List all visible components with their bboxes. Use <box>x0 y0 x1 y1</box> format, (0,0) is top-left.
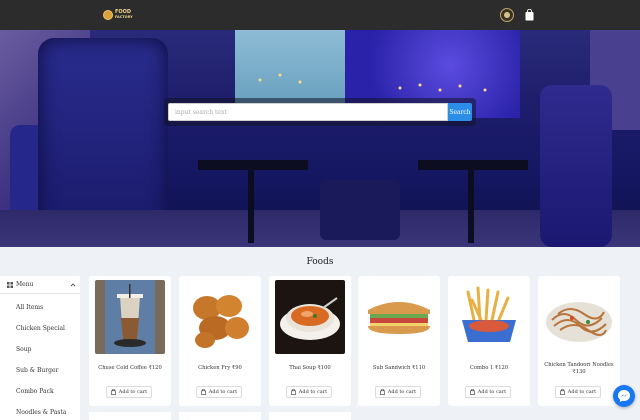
product-price: ₹130 <box>572 369 586 375</box>
product-image[interactable] <box>364 280 434 354</box>
user-avatar[interactable] <box>500 8 514 22</box>
sidebar-item-sub-burger[interactable]: Sub & Burger <box>16 367 58 374</box>
menu-icon <box>7 282 13 288</box>
bag-icon <box>290 389 296 395</box>
menu-label: Menu <box>16 281 34 288</box>
product-name: Chuse Cold Coffee ₹120 <box>98 365 162 371</box>
shopping-bag-icon[interactable] <box>525 9 534 21</box>
search-bar: Search <box>164 98 476 126</box>
bag-icon <box>379 389 385 395</box>
product-image[interactable] <box>275 280 345 354</box>
messenger-chat-button[interactable] <box>613 385 635 407</box>
top-navbar: FOOD FACTORY <box>0 0 640 30</box>
product-image[interactable] <box>454 280 524 354</box>
product-card[interactable]: Combo 1 ₹120 Add to cart <box>448 276 530 406</box>
category-sidebar: Menu All Items Chicken Special Soup Sub … <box>0 276 80 420</box>
product-card[interactable]: Sub Sandwich ₹110 Add to cart <box>358 276 440 406</box>
sidebar-item-combo-pack[interactable]: Combo Pack <box>16 388 54 395</box>
string-lights <box>258 73 487 92</box>
product-card[interactable]: Chicken Tandoori Noodles ₹130 Add to car… <box>538 276 620 406</box>
product-image[interactable] <box>185 280 255 354</box>
add-to-cart-button[interactable]: Add to cart <box>106 386 152 398</box>
product-card-next-row <box>89 412 171 420</box>
add-to-cart-button[interactable]: Add to cart <box>196 386 242 398</box>
product-name: Chicken Tandoori Noodles ₹130 <box>544 362 614 375</box>
bag-icon <box>469 389 475 395</box>
noodles-image-icon <box>544 280 614 354</box>
hero-banner: Search <box>0 30 640 247</box>
brand-logo[interactable]: FOOD FACTORY <box>103 7 133 23</box>
search-input[interactable] <box>168 103 448 121</box>
product-image[interactable] <box>544 280 614 354</box>
coffee-image-icon <box>95 280 165 354</box>
menu-header[interactable]: Menu <box>0 276 80 294</box>
product-card[interactable]: Thai Soup ₹100 Add to cart <box>269 276 351 406</box>
section-title: Foods <box>306 257 334 267</box>
product-image[interactable] <box>95 280 165 354</box>
chevron-up-icon <box>70 283 76 287</box>
product-card-next-row <box>269 412 351 420</box>
bag-icon <box>110 389 116 395</box>
messenger-icon <box>618 390 630 402</box>
product-card[interactable]: Chicken Fry ₹90 Add to cart <box>179 276 261 406</box>
sidebar-item-soup[interactable]: Soup <box>16 346 31 353</box>
product-name: Chicken Fry ₹90 <box>198 365 242 371</box>
fried-chicken-image-icon <box>185 280 255 354</box>
product-name: Sub Sandwich ₹110 <box>372 365 426 371</box>
product-card[interactable]: Chuse Cold Coffee ₹120 Add to cart <box>89 276 171 406</box>
add-to-cart-button[interactable]: Add to cart <box>375 386 421 398</box>
product-name: Combo 1 ₹120 <box>469 365 509 371</box>
sofa-left <box>38 38 168 238</box>
bag-icon <box>200 389 206 395</box>
add-to-cart-button[interactable]: Add to cart <box>555 386 601 398</box>
product-card-next-row <box>179 412 261 420</box>
add-to-cart-button[interactable]: Add to cart <box>286 386 332 398</box>
sofa-right <box>540 85 612 247</box>
soup-image-icon <box>275 280 345 354</box>
sidebar-item-chicken-special[interactable]: Chicken Special <box>16 325 65 332</box>
product-name: Thai Soup ₹100 <box>289 365 331 371</box>
bag-icon <box>559 389 565 395</box>
fries-image-icon <box>454 280 524 354</box>
sidebar-item-noodles-pasta[interactable]: Noodles & Pasta <box>16 409 66 416</box>
add-to-cart-button[interactable]: Add to cart <box>465 386 511 398</box>
sidebar-item-all-items[interactable]: All Items <box>16 304 43 311</box>
logo-text-line2: FACTORY <box>115 15 133 19</box>
sandwich-image-icon <box>364 280 434 354</box>
search-button[interactable]: Search <box>448 103 472 121</box>
logo-emblem-icon <box>103 10 113 20</box>
